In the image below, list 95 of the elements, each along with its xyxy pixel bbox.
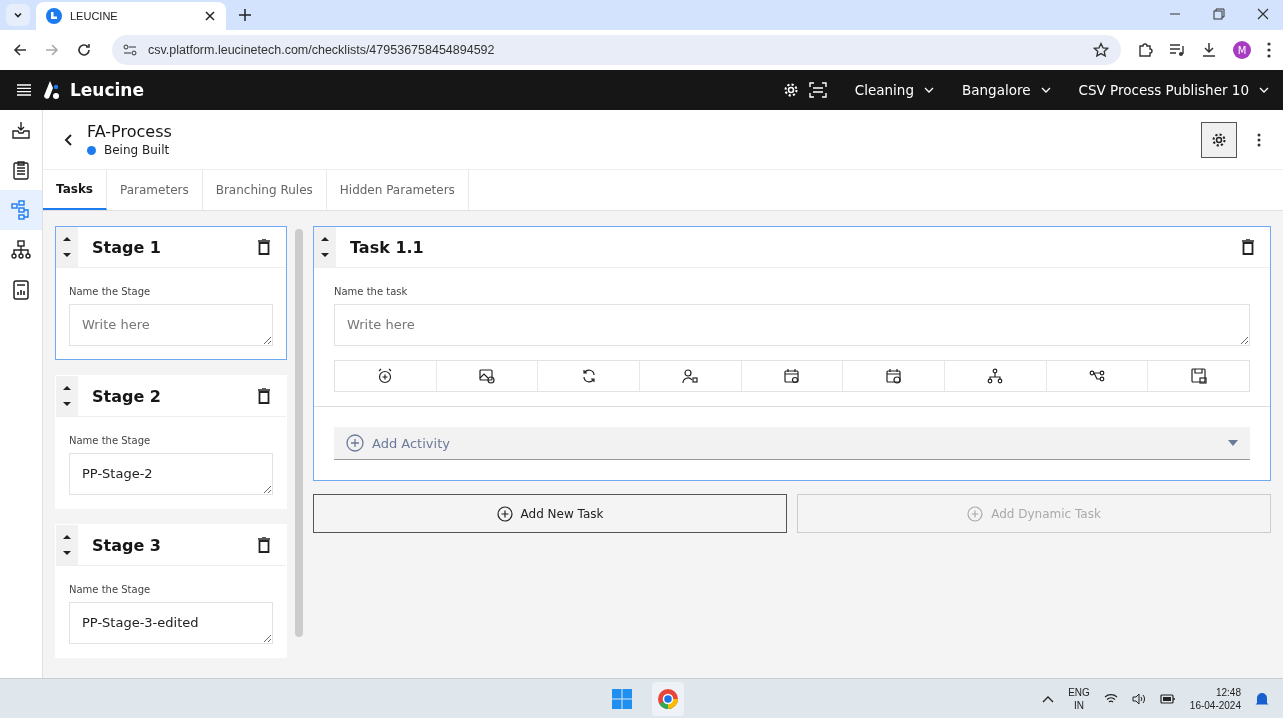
menu-icon[interactable] xyxy=(16,83,32,97)
logo-icon xyxy=(42,80,62,100)
trash-icon[interactable] xyxy=(258,537,270,553)
reorder-arrows-icon[interactable] xyxy=(56,376,78,416)
windows-start-icon[interactable] xyxy=(612,688,632,709)
clipboard-icon xyxy=(11,160,31,180)
tab-title: LEUCINE xyxy=(70,10,119,22)
reorder-arrows-icon[interactable] xyxy=(56,525,78,565)
hierarchy-icon xyxy=(987,368,1004,384)
stage-name-field[interactable]: Write here xyxy=(69,304,273,346)
branch-icon xyxy=(1089,368,1106,384)
stage-title: Stage 2 xyxy=(92,386,162,406)
browser-taskbar-button[interactable] xyxy=(652,681,684,716)
settings-icon xyxy=(1211,131,1227,148)
browser-icon xyxy=(657,687,679,710)
new-tab-icon[interactable] xyxy=(238,8,252,22)
battery-icon[interactable] xyxy=(1159,692,1176,705)
hierarchy-icon xyxy=(11,240,31,260)
header-dropdown[interactable]: Cleaning xyxy=(854,82,934,98)
status-dot xyxy=(87,145,96,155)
stage-card[interactable]: Stage 1 Name the Stage Write here xyxy=(55,226,287,360)
back-icon[interactable] xyxy=(63,132,73,147)
browser-tab[interactable]: LEUCINE xyxy=(36,2,226,30)
download-icon[interactable] xyxy=(1201,42,1217,58)
alarm-icon xyxy=(377,368,394,384)
inbox-icon xyxy=(11,120,31,140)
header-dropdown[interactable]: Bangalore xyxy=(962,82,1051,98)
scrollbar[interactable] xyxy=(295,229,303,637)
chevron-down-icon xyxy=(1040,87,1051,93)
stage-name-field[interactable]: PP-Stage-3-edited xyxy=(69,602,273,644)
extensions-icon[interactable] xyxy=(1137,42,1153,58)
restore-icon[interactable] xyxy=(1213,8,1225,20)
wifi-icon[interactable] xyxy=(1103,692,1118,705)
media-icon[interactable] xyxy=(1169,42,1185,58)
field-label: Name the Stage xyxy=(69,435,152,446)
add-activity-dropdown[interactable]: Add Activity xyxy=(334,427,1250,460)
caret-icon xyxy=(1228,440,1238,446)
field-label: Name the Stage xyxy=(69,286,152,297)
tab[interactable]: Tasks xyxy=(43,170,107,210)
trash-icon[interactable] xyxy=(258,239,270,255)
language-text[interactable]: ENG xyxy=(1068,685,1090,699)
flowchart-icon xyxy=(11,200,31,220)
scan-icon[interactable] xyxy=(808,82,827,98)
clock-time[interactable]: 12:48 xyxy=(1215,685,1241,699)
stage-name-field[interactable]: PP-Stage-2 xyxy=(69,453,273,495)
field-label: Name the task xyxy=(334,286,409,297)
clock-date[interactable]: 16-04-2024 xyxy=(1189,698,1241,712)
save-lock-icon xyxy=(1190,368,1207,384)
trash-icon[interactable] xyxy=(258,388,270,404)
calendar-clock-icon xyxy=(885,368,902,384)
trash-icon[interactable] xyxy=(1242,239,1254,255)
close-icon[interactable] xyxy=(204,10,216,22)
chevron-down-icon xyxy=(1259,87,1269,93)
image-icon xyxy=(479,368,495,384)
chevron-up-icon[interactable] xyxy=(1042,694,1055,703)
more-icon[interactable] xyxy=(1267,42,1271,58)
task-card[interactable]: Task 1.1 Name the task Write here Add Activity xyxy=(313,226,1271,481)
status-text: Being Built xyxy=(104,143,170,157)
profile-avatar[interactable]: M xyxy=(1233,41,1251,59)
task-title: Task 1.1 xyxy=(350,237,425,257)
notification-bell-icon[interactable] xyxy=(1255,690,1269,707)
close-icon[interactable] xyxy=(1257,8,1269,20)
brand-name: Leucine xyxy=(70,80,144,100)
plus-circle-icon xyxy=(346,434,364,452)
refresh-icon xyxy=(580,368,597,384)
stage-title: Stage 3 xyxy=(92,535,162,555)
plus-circle-icon xyxy=(496,505,513,522)
stage-card[interactable]: Stage 3 Name the Stage PP-Stage-3-edited xyxy=(55,524,287,658)
more-icon[interactable] xyxy=(1257,132,1261,147)
url-text: csv.platform.leucinetech.com/checklists/479536758454894592 xyxy=(148,43,496,57)
reorder-arrows-icon[interactable] xyxy=(314,227,336,267)
site-settings-icon[interactable] xyxy=(122,42,138,58)
region-text[interactable]: IN xyxy=(1074,698,1084,712)
stage-title: Stage 1 xyxy=(92,237,162,257)
site-logo-icon xyxy=(46,8,62,24)
reload-icon[interactable] xyxy=(76,42,92,58)
speaker-icon[interactable] xyxy=(1131,692,1146,705)
report-icon xyxy=(11,280,31,300)
settings-button[interactable] xyxy=(1201,121,1237,158)
chevron-down-icon xyxy=(924,87,934,93)
calendar-refresh-icon xyxy=(784,368,800,384)
task-name-field[interactable]: Write here xyxy=(334,304,1250,346)
tab-search-button[interactable] xyxy=(6,4,30,26)
process-title: FA-Process xyxy=(87,122,172,141)
user-lock-icon xyxy=(682,368,699,384)
back-icon[interactable] xyxy=(12,42,28,58)
add-task-button[interactable]: Add New Task xyxy=(313,494,787,533)
stage-card[interactable]: Stage 2 Name the Stage PP-Stage-2 xyxy=(55,375,287,509)
settings-icon[interactable] xyxy=(782,82,799,98)
reorder-arrows-icon[interactable] xyxy=(56,227,78,267)
header-dropdown[interactable]: CSV Process Publisher 10 xyxy=(1078,82,1269,98)
plus-circle-icon xyxy=(967,505,984,522)
address-bar[interactable]: csv.platform.leucinetech.com/checklists/479536758454894592 xyxy=(112,35,1121,65)
field-label: Name the Stage xyxy=(69,584,152,595)
star-icon[interactable] xyxy=(1093,42,1109,58)
